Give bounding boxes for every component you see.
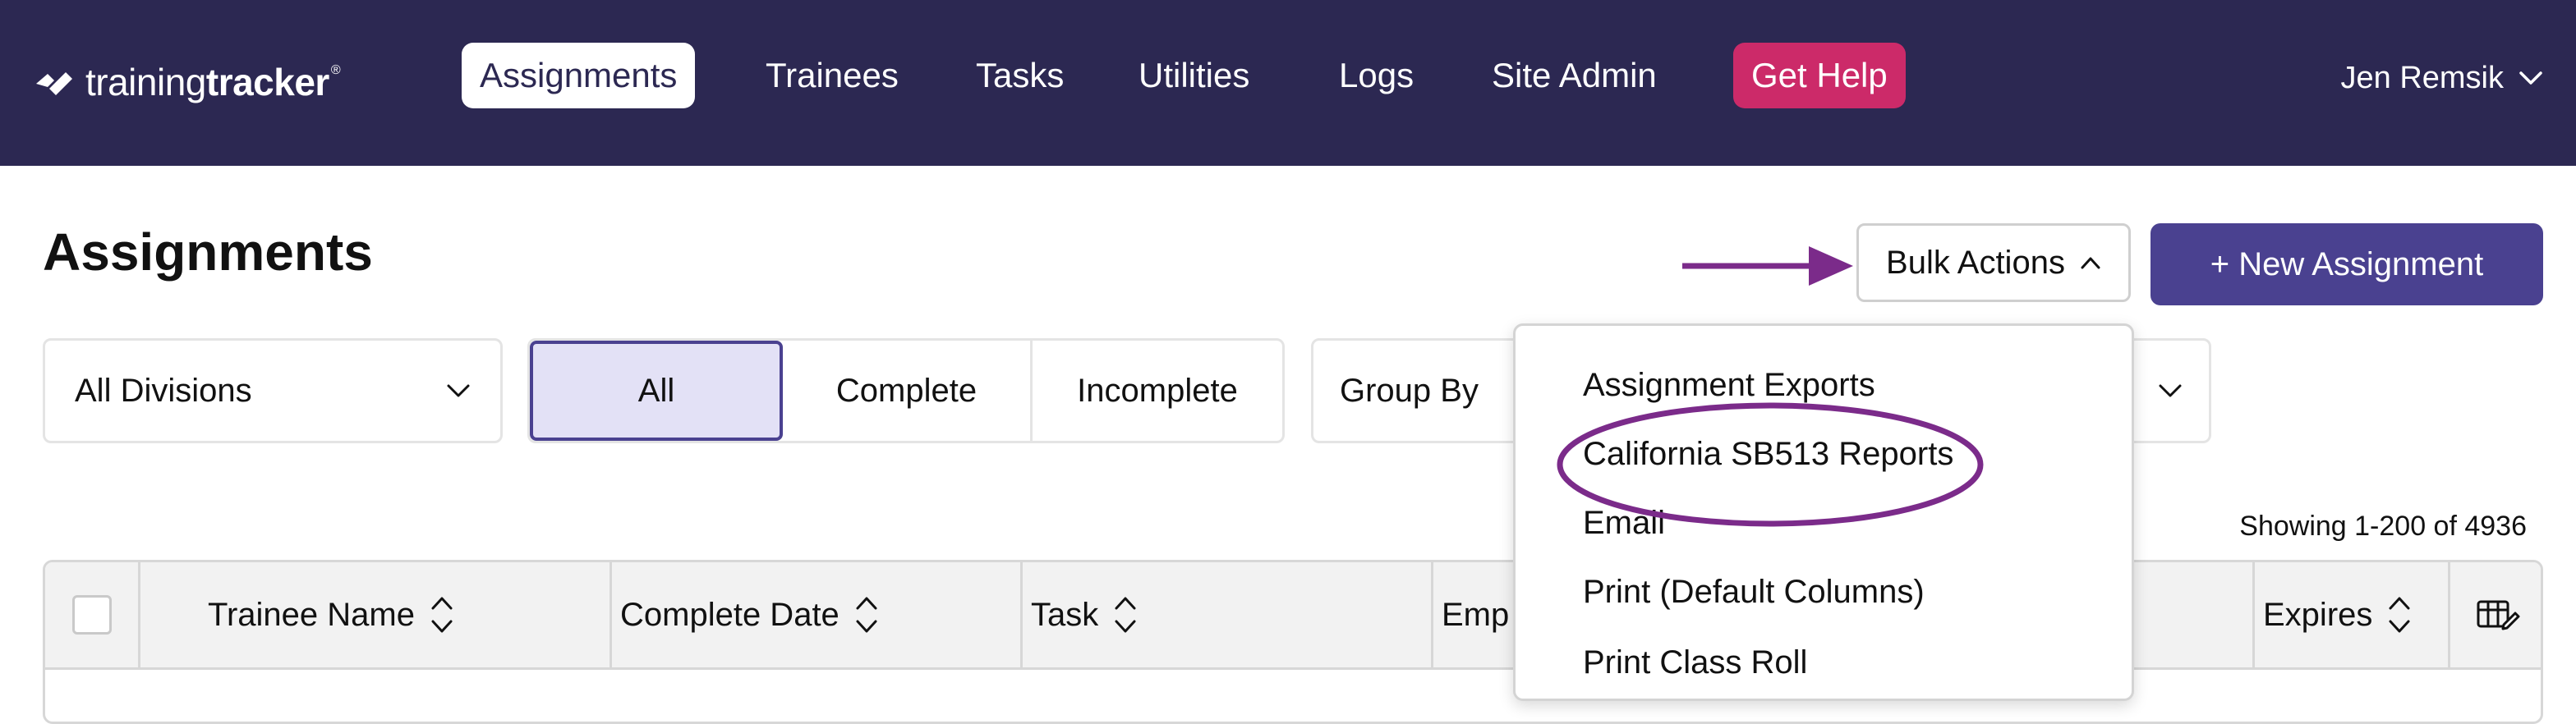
bulk-actions-button[interactable]: Bulk Actions bbox=[1856, 223, 2131, 302]
status-complete-button[interactable]: Complete bbox=[783, 341, 1033, 441]
top-navigation-bar: training tracker ® Assignments Trainees Ta… bbox=[0, 0, 2576, 166]
status-segmented-control: All Complete Incomplete bbox=[527, 338, 1285, 443]
new-assignment-button[interactable]: + New Assignment bbox=[2150, 223, 2543, 305]
chevron-down-icon bbox=[447, 384, 470, 397]
nav-trainees[interactable]: Trainees bbox=[766, 43, 899, 108]
nav-get-help-button[interactable]: Get Help bbox=[1733, 43, 1906, 108]
table-header: Trainee Name Complete Date Task Emp Expi bbox=[45, 562, 2541, 670]
nav-tasks[interactable]: Tasks bbox=[976, 43, 1064, 108]
column-emp-label: Emp bbox=[1442, 596, 1510, 633]
column-task[interactable]: Task bbox=[1023, 562, 1433, 667]
user-name: Jen Remsik bbox=[2340, 61, 2505, 95]
bulk-actions-label: Bulk Actions bbox=[1886, 244, 2065, 281]
column-complete-date-label: Complete Date bbox=[620, 596, 840, 633]
logo-registered-mark: ® bbox=[330, 63, 341, 77]
showing-count: Showing 1-200 of 4936 bbox=[2239, 511, 2527, 542]
column-settings-cell bbox=[2450, 562, 2541, 667]
select-all-cell bbox=[45, 562, 140, 667]
user-menu[interactable]: Jen Remsik bbox=[2341, 49, 2544, 107]
status-incomplete-button[interactable]: Incomplete bbox=[1033, 341, 1282, 441]
nav-site-admin[interactable]: Site Admin bbox=[1492, 43, 1657, 108]
chevron-up-icon bbox=[2081, 257, 2100, 269]
trainingtracker-logo[interactable]: training tracker ® bbox=[33, 57, 341, 107]
page-title: Assignments bbox=[43, 222, 373, 282]
sort-icon bbox=[856, 597, 877, 633]
logo-mark-icon bbox=[36, 72, 72, 95]
sort-icon bbox=[431, 597, 453, 633]
sort-icon bbox=[1115, 597, 1136, 633]
logo-text-training: training bbox=[85, 61, 206, 103]
column-trainee-name[interactable]: Trainee Name bbox=[140, 562, 612, 667]
column-task-label: Task bbox=[1031, 596, 1099, 633]
chevron-down-icon bbox=[2519, 71, 2542, 85]
annotation-arrow-icon bbox=[1682, 246, 1853, 286]
assignments-table: Trainee Name Complete Date Task Emp Expi bbox=[43, 560, 2543, 724]
nav-utilities[interactable]: Utilities bbox=[1138, 43, 1249, 108]
group-by-label: Group By bbox=[1340, 372, 1479, 409]
nav-assignments[interactable]: Assignments bbox=[462, 43, 696, 108]
division-select-value: All Divisions bbox=[75, 372, 252, 409]
column-expires-label: Expires bbox=[2263, 596, 2373, 633]
select-all-checkbox[interactable] bbox=[71, 595, 112, 635]
column-expires[interactable]: Expires bbox=[2255, 562, 2450, 667]
column-complete-date[interactable]: Complete Date bbox=[612, 562, 1023, 667]
status-all-button[interactable]: All bbox=[530, 341, 784, 441]
menu-item-print-default-columns[interactable]: Print (Default Columns) bbox=[1583, 574, 1925, 611]
chevron-down-icon bbox=[2159, 384, 2182, 397]
annotation-highlight-oval-icon bbox=[1557, 402, 1984, 527]
nav-logs[interactable]: Logs bbox=[1339, 43, 1414, 108]
menu-item-print-class-roll[interactable]: Print Class Roll bbox=[1583, 644, 1807, 681]
sort-icon bbox=[2389, 597, 2410, 633]
column-trainee-name-label: Trainee Name bbox=[208, 596, 415, 633]
division-select[interactable]: All Divisions bbox=[43, 338, 503, 443]
table-columns-edit-icon[interactable] bbox=[2476, 597, 2520, 633]
logo-text-tracker: tracker bbox=[205, 61, 329, 103]
